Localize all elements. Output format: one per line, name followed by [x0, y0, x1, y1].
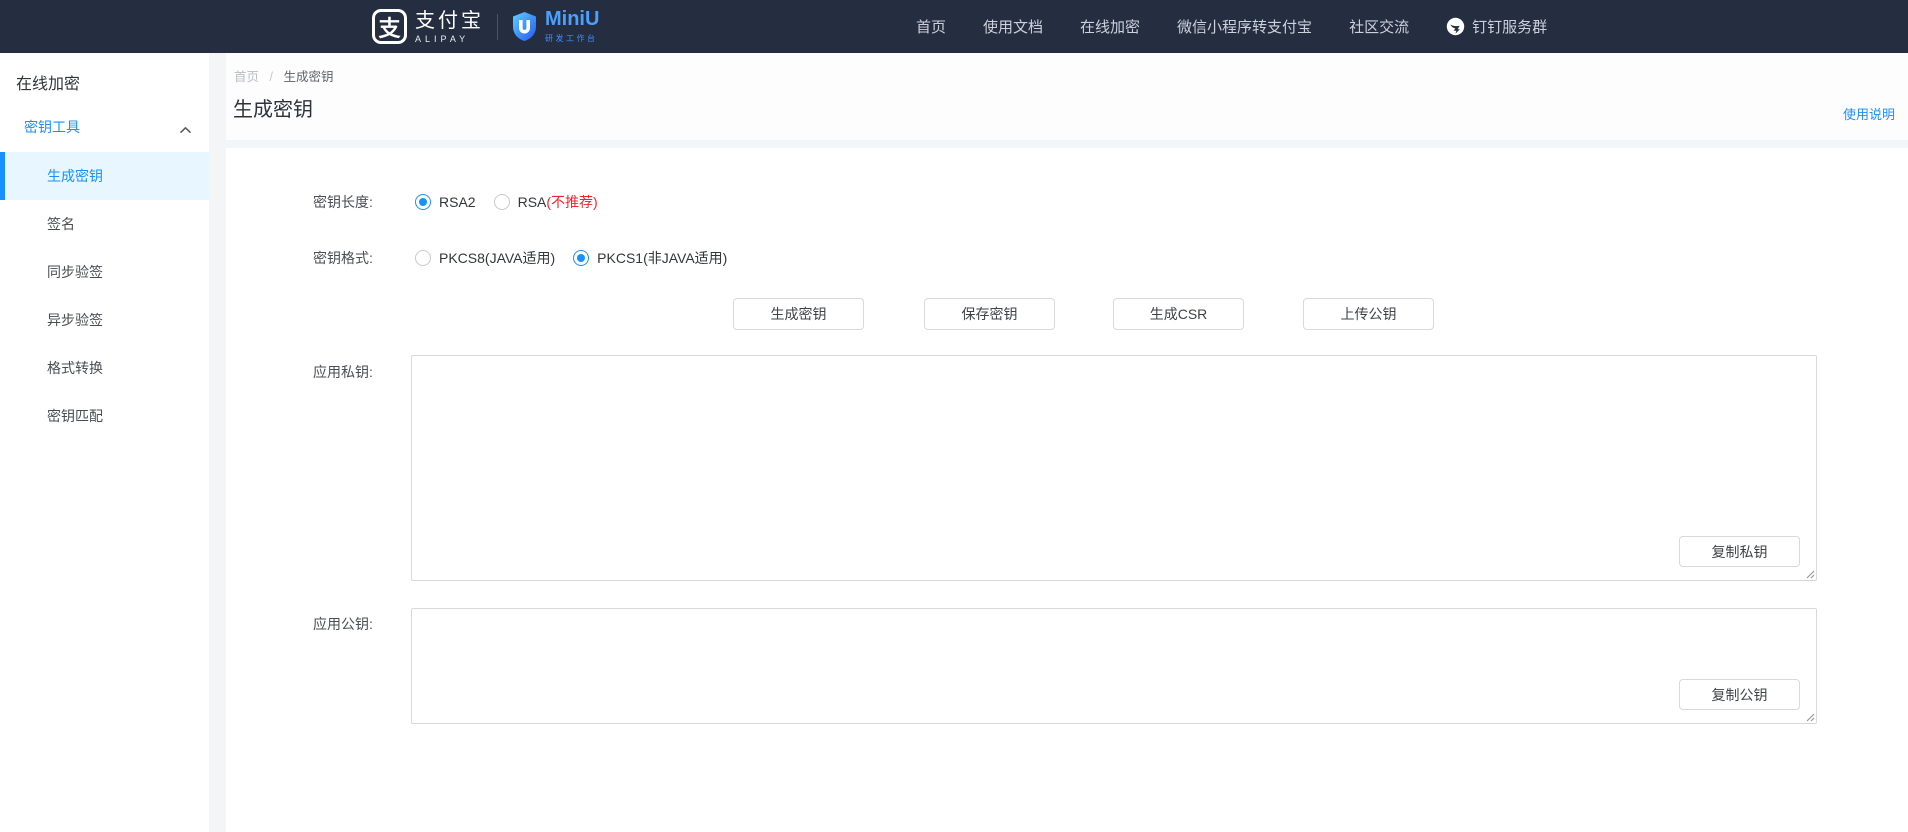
key-format-row: 密钥格式: PKCS8(JAVA适用) PKCS1(非JAVA适用) [226, 242, 1908, 274]
private-key-label: 应用私钥: [313, 362, 373, 382]
breadcrumb: 首页 / 生成密钥 [234, 66, 333, 85]
breadcrumb-separator: / [270, 70, 273, 84]
generate-csr-button[interactable]: 生成CSR [1113, 298, 1244, 330]
not-recommended-text: (不推荐) [546, 194, 597, 210]
miniu-wordmark: MiniU 研发工作台 [545, 9, 599, 44]
miniu-subtitle-text: 研发工作台 [545, 33, 599, 44]
breadcrumb-current: 生成密钥 [283, 70, 333, 84]
sidebar-item-format-convert[interactable]: 格式转换 [0, 344, 209, 392]
alipay-logo-char: 支 [378, 11, 400, 43]
page-header: 首页 / 生成密钥 生成密钥 使用说明 [226, 53, 1908, 140]
sidebar-item-generate-key[interactable]: 生成密钥 [0, 152, 209, 200]
private-key-area: 复制私钥 [411, 355, 1817, 581]
sidebar-item-sync-verify[interactable]: 同步验签 [0, 248, 209, 296]
generate-key-button[interactable]: 生成密钥 [733, 298, 864, 330]
private-key-textarea[interactable] [411, 355, 1817, 581]
radio-pkcs1[interactable]: PKCS1(非JAVA适用) [573, 248, 727, 268]
top-nav: 首页 使用文档 在线加密 微信小程序转支付宝 社区交流 钉钉服务群 [916, 0, 1547, 53]
usage-help-link[interactable]: 使用说明 [1843, 104, 1895, 123]
nav-item-dingtalk-group[interactable]: 钉钉服务群 [1446, 16, 1547, 37]
radio-circle-icon [415, 250, 431, 266]
radio-rsa[interactable]: RSA(不推荐) [494, 192, 598, 212]
radio-rsa2[interactable]: RSA2 [415, 194, 476, 210]
sidebar-title: 在线加密 [16, 70, 80, 94]
sidebar-group-label: 密钥工具 [24, 117, 80, 137]
sidebar: 在线加密 密钥工具 生成密钥 签名 同步验签 异步验签 格式转换 密钥匹配 [0, 53, 209, 832]
sidebar-item-sign[interactable]: 签名 [0, 200, 209, 248]
chevron-up-icon [180, 121, 191, 139]
upload-public-key-button[interactable]: 上传公钥 [1303, 298, 1434, 330]
public-key-label: 应用公钥: [313, 614, 373, 634]
resize-grip-icon[interactable] [1804, 711, 1815, 722]
nav-item-home[interactable]: 首页 [916, 16, 946, 37]
key-length-label: 密钥长度: [313, 186, 373, 218]
alipay-en-text: ALIPAY [415, 34, 484, 44]
sidebar-item-key-match[interactable]: 密钥匹配 [0, 392, 209, 440]
breadcrumb-home-link[interactable]: 首页 [234, 70, 259, 84]
radio-pkcs8[interactable]: PKCS8(JAVA适用) [415, 248, 555, 268]
alipay-cn-text: 支付宝 [415, 10, 484, 32]
nav-item-wechat-to-alipay[interactable]: 微信小程序转支付宝 [1177, 16, 1312, 37]
miniu-name-text: MiniU [545, 9, 599, 29]
brand: 支 支付宝 ALIPAY MiniU [372, 0, 599, 53]
nav-item-docs[interactable]: 使用文档 [983, 16, 1043, 37]
key-format-label: 密钥格式: [313, 242, 373, 274]
page-title: 生成密钥 [233, 93, 313, 122]
key-length-radio-group: RSA2 RSA(不推荐) [415, 186, 598, 218]
brand-divider [497, 14, 498, 40]
public-key-area: 复制公钥 [411, 608, 1817, 724]
alipay-wordmark: 支付宝 ALIPAY [415, 10, 484, 44]
alipay-logo-icon: 支 [372, 9, 407, 44]
copy-public-key-button[interactable]: 复制公钥 [1679, 679, 1800, 710]
public-key-textarea[interactable] [411, 608, 1817, 724]
miniu-shield-icon [511, 11, 538, 42]
key-length-row: 密钥长度: RSA2 RSA(不推荐) [226, 186, 1908, 218]
resize-grip-icon[interactable] [1804, 568, 1815, 579]
dingtalk-icon [1446, 17, 1465, 36]
sidebar-item-async-verify[interactable]: 异步验签 [0, 296, 209, 344]
radio-circle-checked-icon [415, 194, 431, 210]
page: 支 支付宝 ALIPAY MiniU [0, 0, 1908, 832]
radio-circle-icon [494, 194, 510, 210]
nav-item-community[interactable]: 社区交流 [1349, 16, 1409, 37]
sidebar-group-key-tools[interactable]: 密钥工具 [0, 107, 209, 147]
key-generate-form: 密钥长度: RSA2 RSA(不推荐) 密钥格式: PKCS8(JAVA适用) [226, 148, 1908, 832]
top-navbar: 支 支付宝 ALIPAY MiniU [0, 0, 1908, 53]
radio-circle-checked-icon [573, 250, 589, 266]
nav-item-online-encrypt[interactable]: 在线加密 [1080, 16, 1140, 37]
key-format-radio-group: PKCS8(JAVA适用) PKCS1(非JAVA适用) [415, 242, 727, 274]
sidebar-menu: 生成密钥 签名 同步验签 异步验签 格式转换 密钥匹配 [0, 152, 209, 440]
copy-private-key-button[interactable]: 复制私钥 [1679, 536, 1800, 567]
save-key-button[interactable]: 保存密钥 [924, 298, 1055, 330]
